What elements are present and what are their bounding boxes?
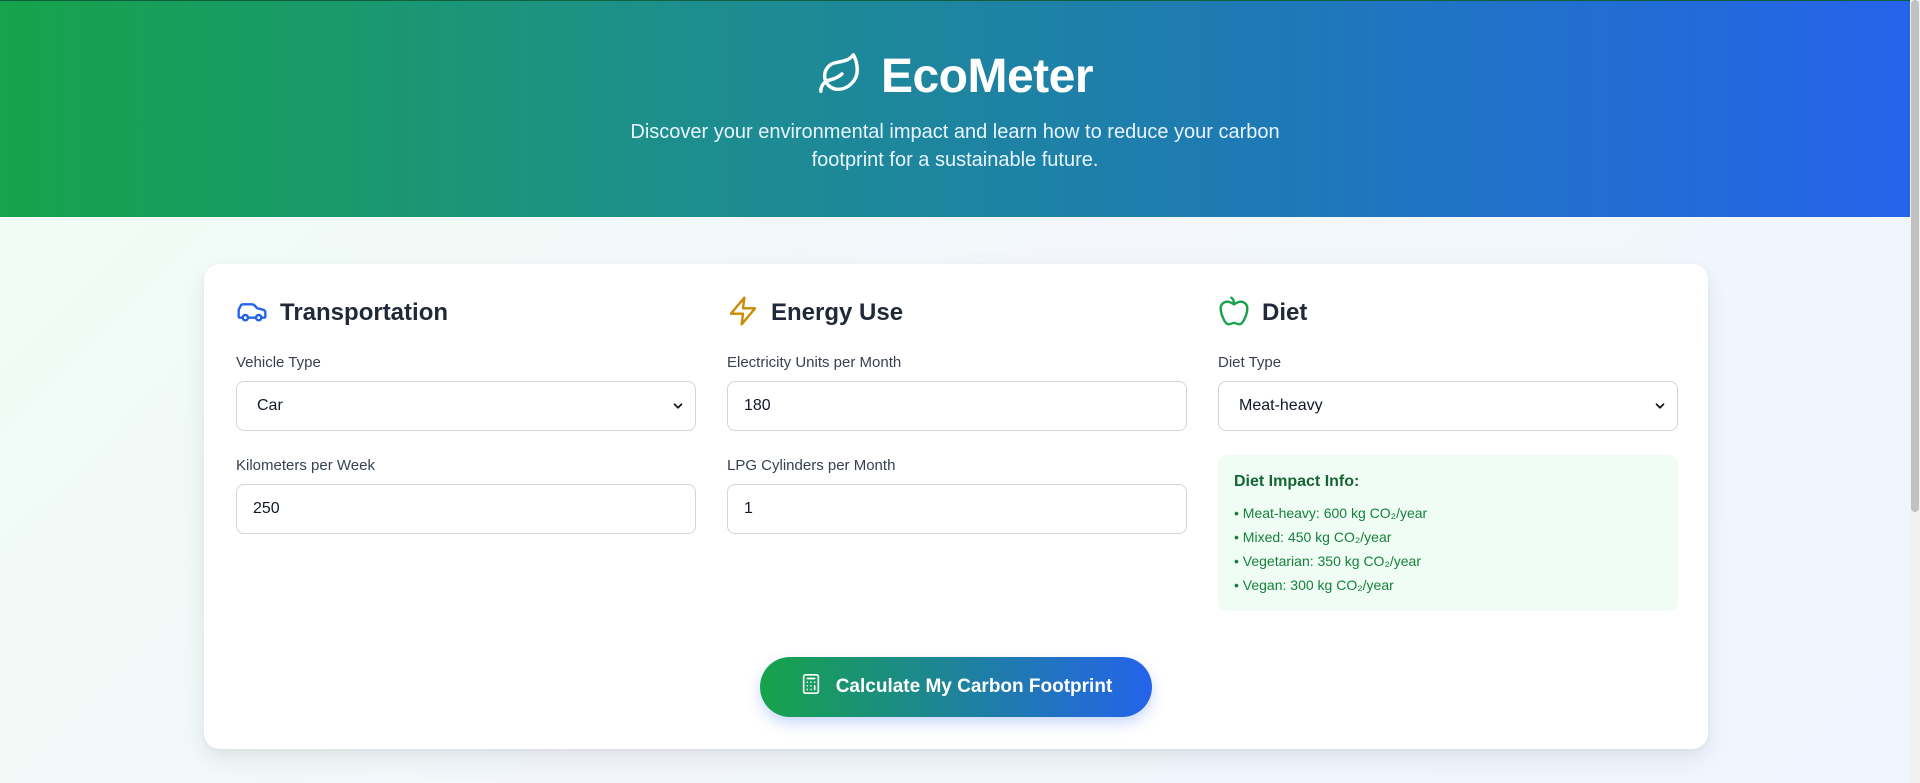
section-header: Diet: [1218, 295, 1678, 332]
scrollbar[interactable]: [1910, 0, 1920, 783]
lpg-label: LPG Cylinders per Month: [727, 457, 896, 474]
electricity-label: Electricity Units per Month: [727, 354, 902, 371]
calculate-button[interactable]: Calculate My Carbon Footprint: [760, 657, 1152, 717]
diet-section: Diet Diet Type Meat-heavy Diet Impact In…: [1218, 295, 1678, 611]
section-title: Diet: [1262, 299, 1308, 326]
vehicle-type-field: Vehicle Type Car: [236, 354, 696, 431]
diet-type-value: Meat-heavy: [1239, 397, 1323, 414]
hero-header: EcoMeter Discover your environmental imp…: [0, 0, 1910, 217]
km-label: Kilometers per Week: [236, 457, 375, 474]
section-header: Transportation: [236, 296, 696, 330]
section-header: Energy Use: [727, 295, 1187, 332]
electricity-input[interactable]: 180: [727, 381, 1187, 431]
section-title: Energy Use: [771, 299, 904, 326]
brand: EcoMeter: [817, 49, 1094, 104]
diet-type-field: Diet Type Meat-heavy: [1218, 354, 1678, 431]
electricity-value: 180: [744, 397, 771, 414]
chevron-down-icon: [673, 403, 683, 409]
lpg-input[interactable]: 1: [727, 484, 1187, 534]
calculator-card: Transportation Vehicle Type Car Kilomete…: [204, 264, 1708, 749]
diet-info-title: Diet Impact Info:: [1234, 473, 1360, 490]
calculate-button-label: Calculate My Carbon Footprint: [835, 676, 1113, 697]
diet-type-label: Diet Type: [1218, 354, 1282, 371]
leaf-icon: [817, 51, 863, 102]
chevron-down-icon: [1655, 403, 1665, 409]
section-title: Transportation: [280, 299, 449, 326]
calculator-icon: [800, 673, 822, 701]
diet-info-item: • Vegan: 300 kg CO₂/year: [1234, 577, 1394, 593]
diet-info-item: • Meat-heavy: 600 kg CO₂/year: [1234, 505, 1428, 521]
km-field: Kilometers per Week 250: [236, 457, 696, 534]
energy-section: Energy Use Electricity Units per Month 1…: [727, 295, 1187, 534]
page: EcoMeter Discover your environmental imp…: [0, 0, 1910, 783]
diet-impact-info: Diet Impact Info: • Meat-heavy: 600 kg C…: [1218, 455, 1678, 611]
apple-icon: [1218, 295, 1250, 332]
vehicle-type-value: Car: [257, 397, 283, 414]
lightning-icon: [727, 295, 759, 332]
app-title: EcoMeter: [880, 50, 1094, 103]
car-icon: [236, 295, 268, 332]
app-subtitle: Discover your environmental impact and l…: [630, 121, 1280, 171]
diet-info-item: • Vegetarian: 350 kg CO₂/year: [1234, 553, 1421, 569]
scrollbar-thumb[interactable]: [1911, 0, 1919, 512]
diet-type-select[interactable]: Meat-heavy: [1218, 381, 1678, 431]
diet-info-item: • Mixed: 450 kg CO₂/year: [1234, 529, 1392, 545]
lpg-field: LPG Cylinders per Month 1: [727, 457, 1187, 534]
vehicle-type-select[interactable]: Car: [236, 381, 696, 431]
km-value: 250: [253, 500, 280, 517]
km-input[interactable]: 250: [236, 484, 696, 534]
vehicle-type-label: Vehicle Type: [236, 354, 321, 371]
transportation-section: Transportation Vehicle Type Car Kilomete…: [236, 296, 696, 534]
lpg-value: 1: [744, 500, 753, 517]
electricity-field: Electricity Units per Month 180: [727, 354, 1187, 431]
